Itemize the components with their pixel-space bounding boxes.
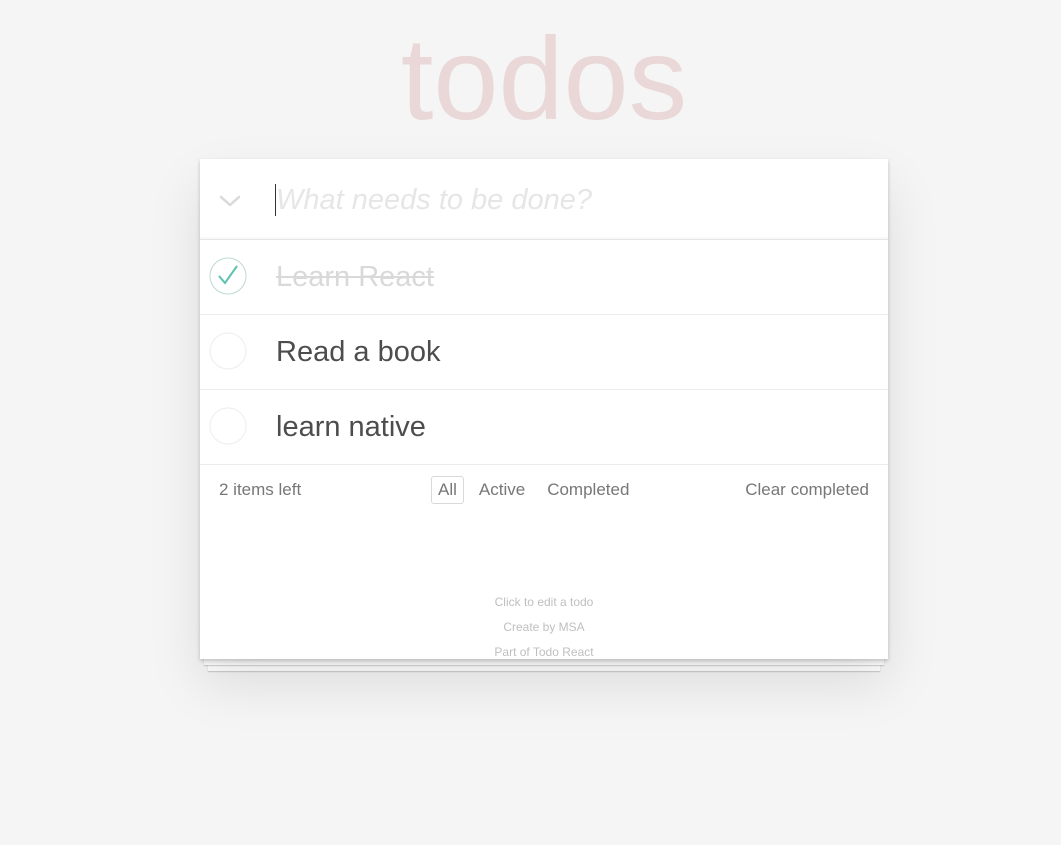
items-left-count: 2 items left [219,480,302,499]
todo-checkbox[interactable] [209,407,247,445]
filter-active[interactable]: Active [472,476,532,504]
info-footer: Click to edit a todo Create by MSA Part … [200,590,888,665]
info-line: Part of Todo React [494,645,594,659]
info-line: Click to edit a todo [494,595,594,609]
todo-app: What needs to be done? Learn React Read … [200,159,888,659]
app-title: todos [400,13,688,144]
todo-item[interactable]: Read a book [200,315,888,390]
clear-completed-button[interactable]: Clear completed [745,480,869,500]
toggle-all-chevron-down-icon[interactable] [214,185,246,217]
todo-label[interactable]: Read a book [276,333,440,371]
todo-checkbox-checked[interactable] [209,257,247,295]
todo-checkbox[interactable] [209,332,247,370]
filter-completed[interactable]: Completed [540,476,636,504]
empty-circle-icon [209,407,247,445]
info-line: Create by MSA [503,620,585,634]
check-circle-icon [209,257,247,295]
todo-item[interactable]: Learn React [200,240,888,315]
empty-circle-icon [209,332,247,370]
todo-list: Learn React Read a book learn native [200,240,888,465]
header: What needs to be done? [200,159,888,240]
text-caret [275,184,276,216]
filter-all[interactable]: All [431,476,464,504]
footer: 2 items left All Active Completed Clear … [200,465,888,515]
todo-label[interactable]: Learn React [276,258,434,296]
todo-item[interactable]: learn native [200,390,888,465]
new-todo-input[interactable] [274,177,856,221]
chevron-down-icon [219,195,241,207]
todo-label[interactable]: learn native [276,408,426,446]
filters: All Active Completed [431,476,636,504]
